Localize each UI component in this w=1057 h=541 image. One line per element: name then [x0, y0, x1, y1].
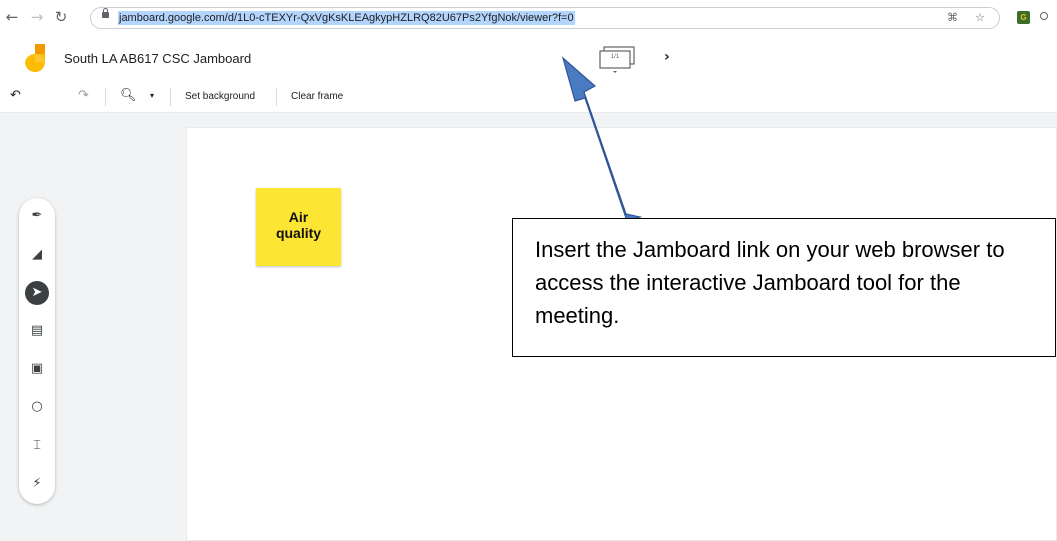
clear-frame-button[interactable]: Clear frame [291, 91, 343, 102]
undo-icon[interactable]: ↶ [10, 88, 21, 103]
back-icon[interactable]: ← [2, 6, 22, 28]
zoom-icon[interactable]: 🔍︎ [120, 88, 137, 103]
sticky-note-icon[interactable]: ▤ [25, 319, 49, 343]
url-text[interactable]: jamboard.google.com/d/1L0-cTEXYr-QxVgKsK… [118, 11, 575, 25]
tool-palette: ✒ ◢ ➤ ▤ ▣ ○ ⌶ ⚡ [19, 198, 55, 504]
eraser-icon[interactable]: ◢ [25, 243, 49, 267]
toolbar-divider [276, 88, 277, 106]
profile-icon[interactable] [1040, 12, 1048, 20]
annotation-callout: Insert the Jamboard link on your web bro… [512, 218, 1056, 357]
toolbar-divider [105, 88, 106, 106]
reload-icon[interactable]: ↻ [51, 6, 71, 28]
zoom-dropdown-icon[interactable]: ▾ [150, 91, 154, 100]
frame-indicator: 1/1 [610, 54, 620, 60]
toolbar-divider [170, 88, 171, 106]
address-bar[interactable]: jamboard.google.com/d/1L0-cTEXYr-QxVgKsK… [90, 7, 1000, 29]
bookmark-star-icon[interactable]: ☆ [975, 11, 985, 24]
qr-code-icon[interactable]: ⌘ [947, 11, 958, 24]
sticky-note-text: Air quality [275, 209, 322, 241]
text-box-icon[interactable]: ⌶ [25, 434, 49, 458]
browser-toolbar: ← → ↻ jamboard.google.com/d/1L0-cTEXYr-Q… [0, 0, 1057, 36]
select-icon[interactable]: ➤ [25, 281, 49, 305]
next-frame-icon[interactable]: › [664, 49, 670, 65]
set-background-button[interactable]: Set background [185, 91, 255, 102]
jamboard-logo-icon [25, 44, 45, 72]
lock-icon [102, 8, 109, 18]
callout-text: Insert the Jamboard link on your web bro… [535, 237, 1005, 328]
redo-icon[interactable]: ↷ [78, 88, 89, 103]
image-icon[interactable]: ▣ [25, 357, 49, 381]
page-title: South LA AB617 CSC Jamboard [64, 51, 252, 66]
forward-icon[interactable]: → [27, 6, 47, 28]
sticky-note[interactable]: Air quality [256, 188, 341, 266]
toolbar: ↶ ↷ 🔍︎ ▾ [0, 82, 1057, 113]
circle-icon[interactable]: ○ [25, 395, 49, 419]
extension-icon[interactable]: G [1017, 11, 1030, 24]
pen-icon[interactable]: ✒ [25, 204, 49, 228]
laser-icon[interactable]: ⚡ [25, 472, 49, 496]
